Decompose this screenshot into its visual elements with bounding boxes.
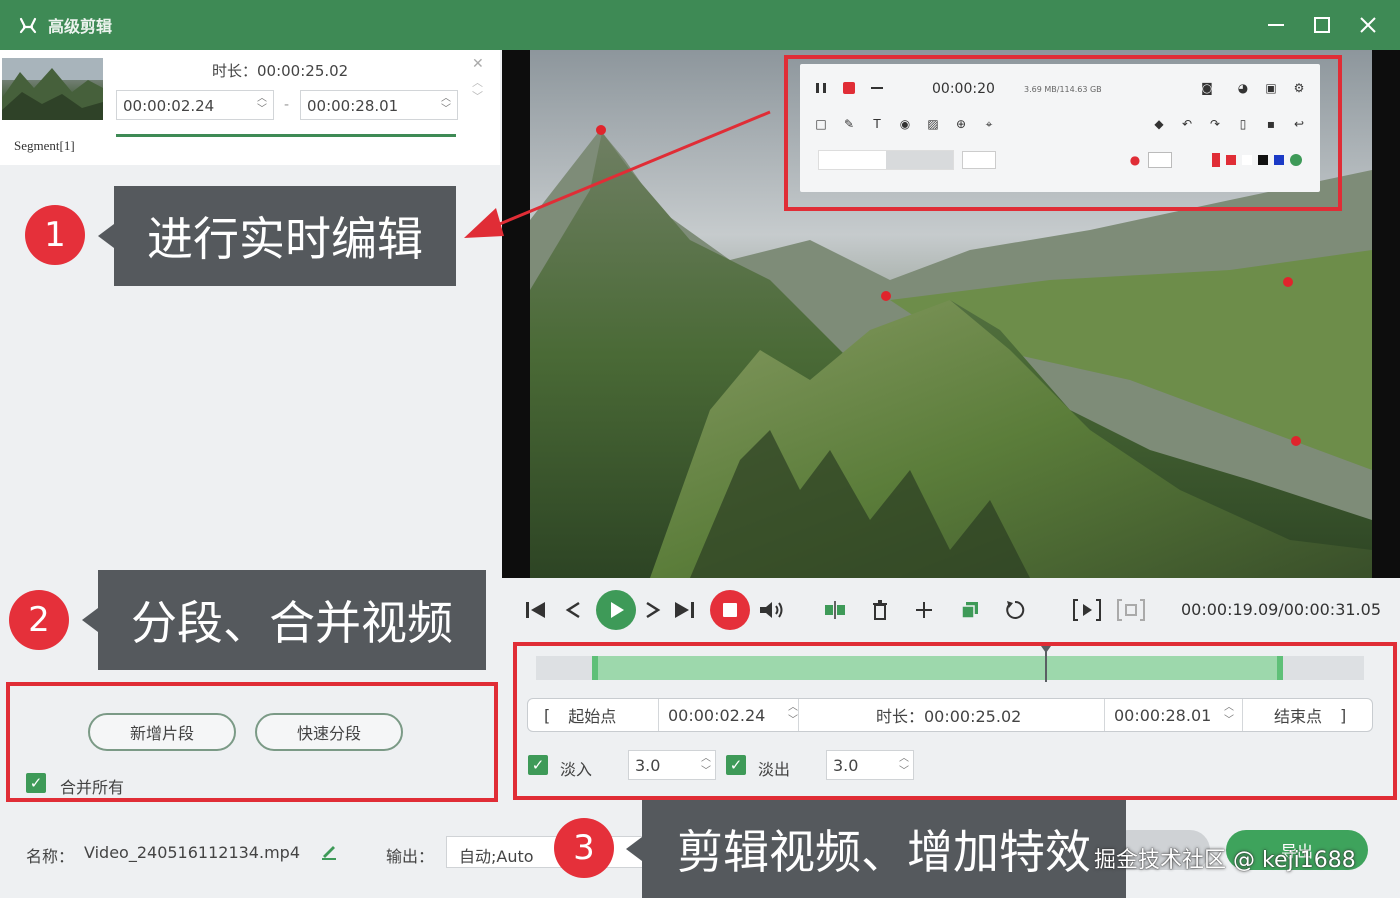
segment-progress-bar — [116, 134, 456, 137]
set-end-button[interactable]: 结束点 ] — [1274, 699, 1370, 731]
bracket-left-icon: [ — [544, 705, 551, 725]
file-name: Video_240516112134.mp4 — [84, 843, 300, 862]
close-icon[interactable] — [1358, 15, 1378, 35]
fade-in-checkbox[interactable]: ✓ — [528, 755, 548, 775]
name-label: 名称： — [26, 847, 75, 866]
playback-controls: 00:00:19.09/00:00:31.05 — [502, 578, 1400, 642]
play-button[interactable] — [596, 590, 636, 630]
timeline-playhead[interactable] — [1041, 646, 1051, 682]
fade-in-value: 3.0 — [635, 756, 661, 775]
minimize-icon[interactable] — [1266, 15, 1286, 35]
trim-duration: 时长：00:00:25.02 — [876, 707, 1022, 726]
trim-start-value: 00:00:02.24 — [668, 705, 766, 725]
next-frame-icon[interactable] — [642, 594, 664, 626]
spinner-icon[interactable]: ︿ ﹀ — [701, 752, 711, 778]
bracket-right-icon: ] — [1340, 705, 1347, 725]
fade-out-input[interactable]: 3.0 ︿ ﹀ — [826, 750, 914, 780]
watermark: 掘金技术社区 @ keji1688 — [1094, 848, 1356, 873]
playback-time: 00:00:19.09/00:00:31.05 — [1181, 600, 1381, 619]
callout-3: 剪辑视频、增加特效 — [626, 800, 1126, 898]
callout-badge-1: 1 — [25, 205, 85, 265]
app-logo-icon — [18, 15, 38, 35]
segment-start-input[interactable]: 00:00:02.24 ︿ ﹀ — [116, 90, 274, 120]
quick-split-button[interactable]: 快速分段 — [255, 713, 403, 751]
spinner-icon[interactable]: ︿ ﹀ — [788, 701, 798, 727]
skip-to-start-icon[interactable] — [524, 594, 548, 626]
output-select[interactable]: 自动;Auto — [446, 836, 646, 868]
end-point-label: 结束点 — [1274, 707, 1323, 726]
highlight-toolbar — [784, 55, 1342, 211]
maximize-icon[interactable] — [1312, 15, 1332, 35]
start-point-label: 起始点 — [568, 707, 617, 726]
timeline-start-handle[interactable] — [592, 656, 598, 680]
trim-start-input[interactable]: 00:00:02.24 ︿ ﹀ — [668, 699, 798, 731]
callout-2-text: 分段、合并视频 — [131, 596, 453, 650]
spinner-icon[interactable]: ︿ ﹀ — [1224, 701, 1234, 727]
play-selection-icon[interactable] — [1072, 594, 1102, 626]
copy-icon[interactable] — [958, 594, 982, 626]
timeline-track[interactable] — [536, 646, 1364, 682]
output-label: 输出： — [386, 847, 435, 866]
callout-badge-2: 2 — [9, 590, 69, 650]
edit-name-icon[interactable] — [320, 842, 338, 864]
callout-3-text: 剪辑视频、增加特效 — [677, 825, 1091, 879]
fade-out-label: 淡出 — [758, 760, 791, 779]
split-icon[interactable] — [822, 594, 848, 626]
callout-arrow-1 — [464, 110, 771, 238]
callout-1-text: 进行实时编辑 — [147, 212, 423, 266]
spinner-icon[interactable]: ︿ ﹀ — [899, 752, 909, 778]
trim-end-input[interactable]: 00:00:28.01 ︿ ﹀ — [1114, 699, 1238, 731]
merge-all-label: 合并所有 — [60, 778, 125, 797]
fade-out-value: 3.0 — [833, 756, 859, 775]
segment-end-input[interactable]: 00:00:28.01 ︿ ﹀ — [300, 90, 458, 120]
fade-out-checkbox[interactable]: ✓ — [726, 755, 746, 775]
previous-frame-icon[interactable] — [562, 594, 584, 626]
delete-segment-icon[interactable] — [868, 594, 892, 626]
segment-end-value: 00:00:28.01 — [307, 97, 399, 115]
trim-controls: [ 起始点 00:00:02.24 ︿ ﹀ 时长：00:00:25.02 00:0… — [527, 698, 1373, 732]
trim-end-value: 00:00:28.01 — [1114, 705, 1212, 725]
segment-close-icon[interactable]: ✕ — [472, 56, 484, 72]
callout-2: 分段、合并视频 — [82, 570, 486, 670]
title-bar: 高级剪辑 — [0, 0, 1400, 50]
segment-thumbnail[interactable] — [2, 58, 103, 120]
fade-in-label: 淡入 — [560, 760, 593, 779]
skip-to-end-icon[interactable] — [672, 594, 696, 626]
range-dash: - — [284, 97, 290, 113]
segment-start-value: 00:00:02.24 — [123, 97, 215, 115]
timeline-selection[interactable] — [594, 656, 1281, 680]
stop-button[interactable] — [710, 590, 750, 630]
app-title: 高级剪辑 — [48, 17, 113, 36]
volume-icon[interactable] — [758, 594, 786, 626]
fade-in-input[interactable]: 3.0 ︿ ﹀ — [628, 750, 716, 780]
spinner-icon[interactable]: ︿ ﹀ — [257, 93, 267, 115]
timeline-end-handle[interactable] — [1277, 656, 1283, 680]
set-start-button[interactable]: [ 起始点 — [544, 699, 644, 731]
callout-1: 进行实时编辑 — [98, 186, 456, 286]
reset-icon[interactable] — [1002, 594, 1028, 626]
add-segment-button[interactable]: 新增片段 — [88, 713, 236, 751]
output-value: 自动;Auto — [459, 847, 534, 866]
segment-card[interactable]: Segment[1] 时长：00:00:25.02 00:00:02.24 ︿ ﹀… — [0, 50, 500, 165]
segment-duration: 时长：00:00:25.02 — [212, 62, 349, 80]
crop-selection-icon[interactable] — [1116, 594, 1146, 626]
spinner-icon[interactable]: ︿ ﹀ — [441, 93, 451, 115]
segment-label: Segment[1] — [14, 138, 75, 153]
add-icon[interactable] — [912, 594, 936, 626]
callout-badge-3: 3 — [554, 818, 614, 878]
merge-all-checkbox[interactable]: ✓ — [26, 773, 46, 793]
